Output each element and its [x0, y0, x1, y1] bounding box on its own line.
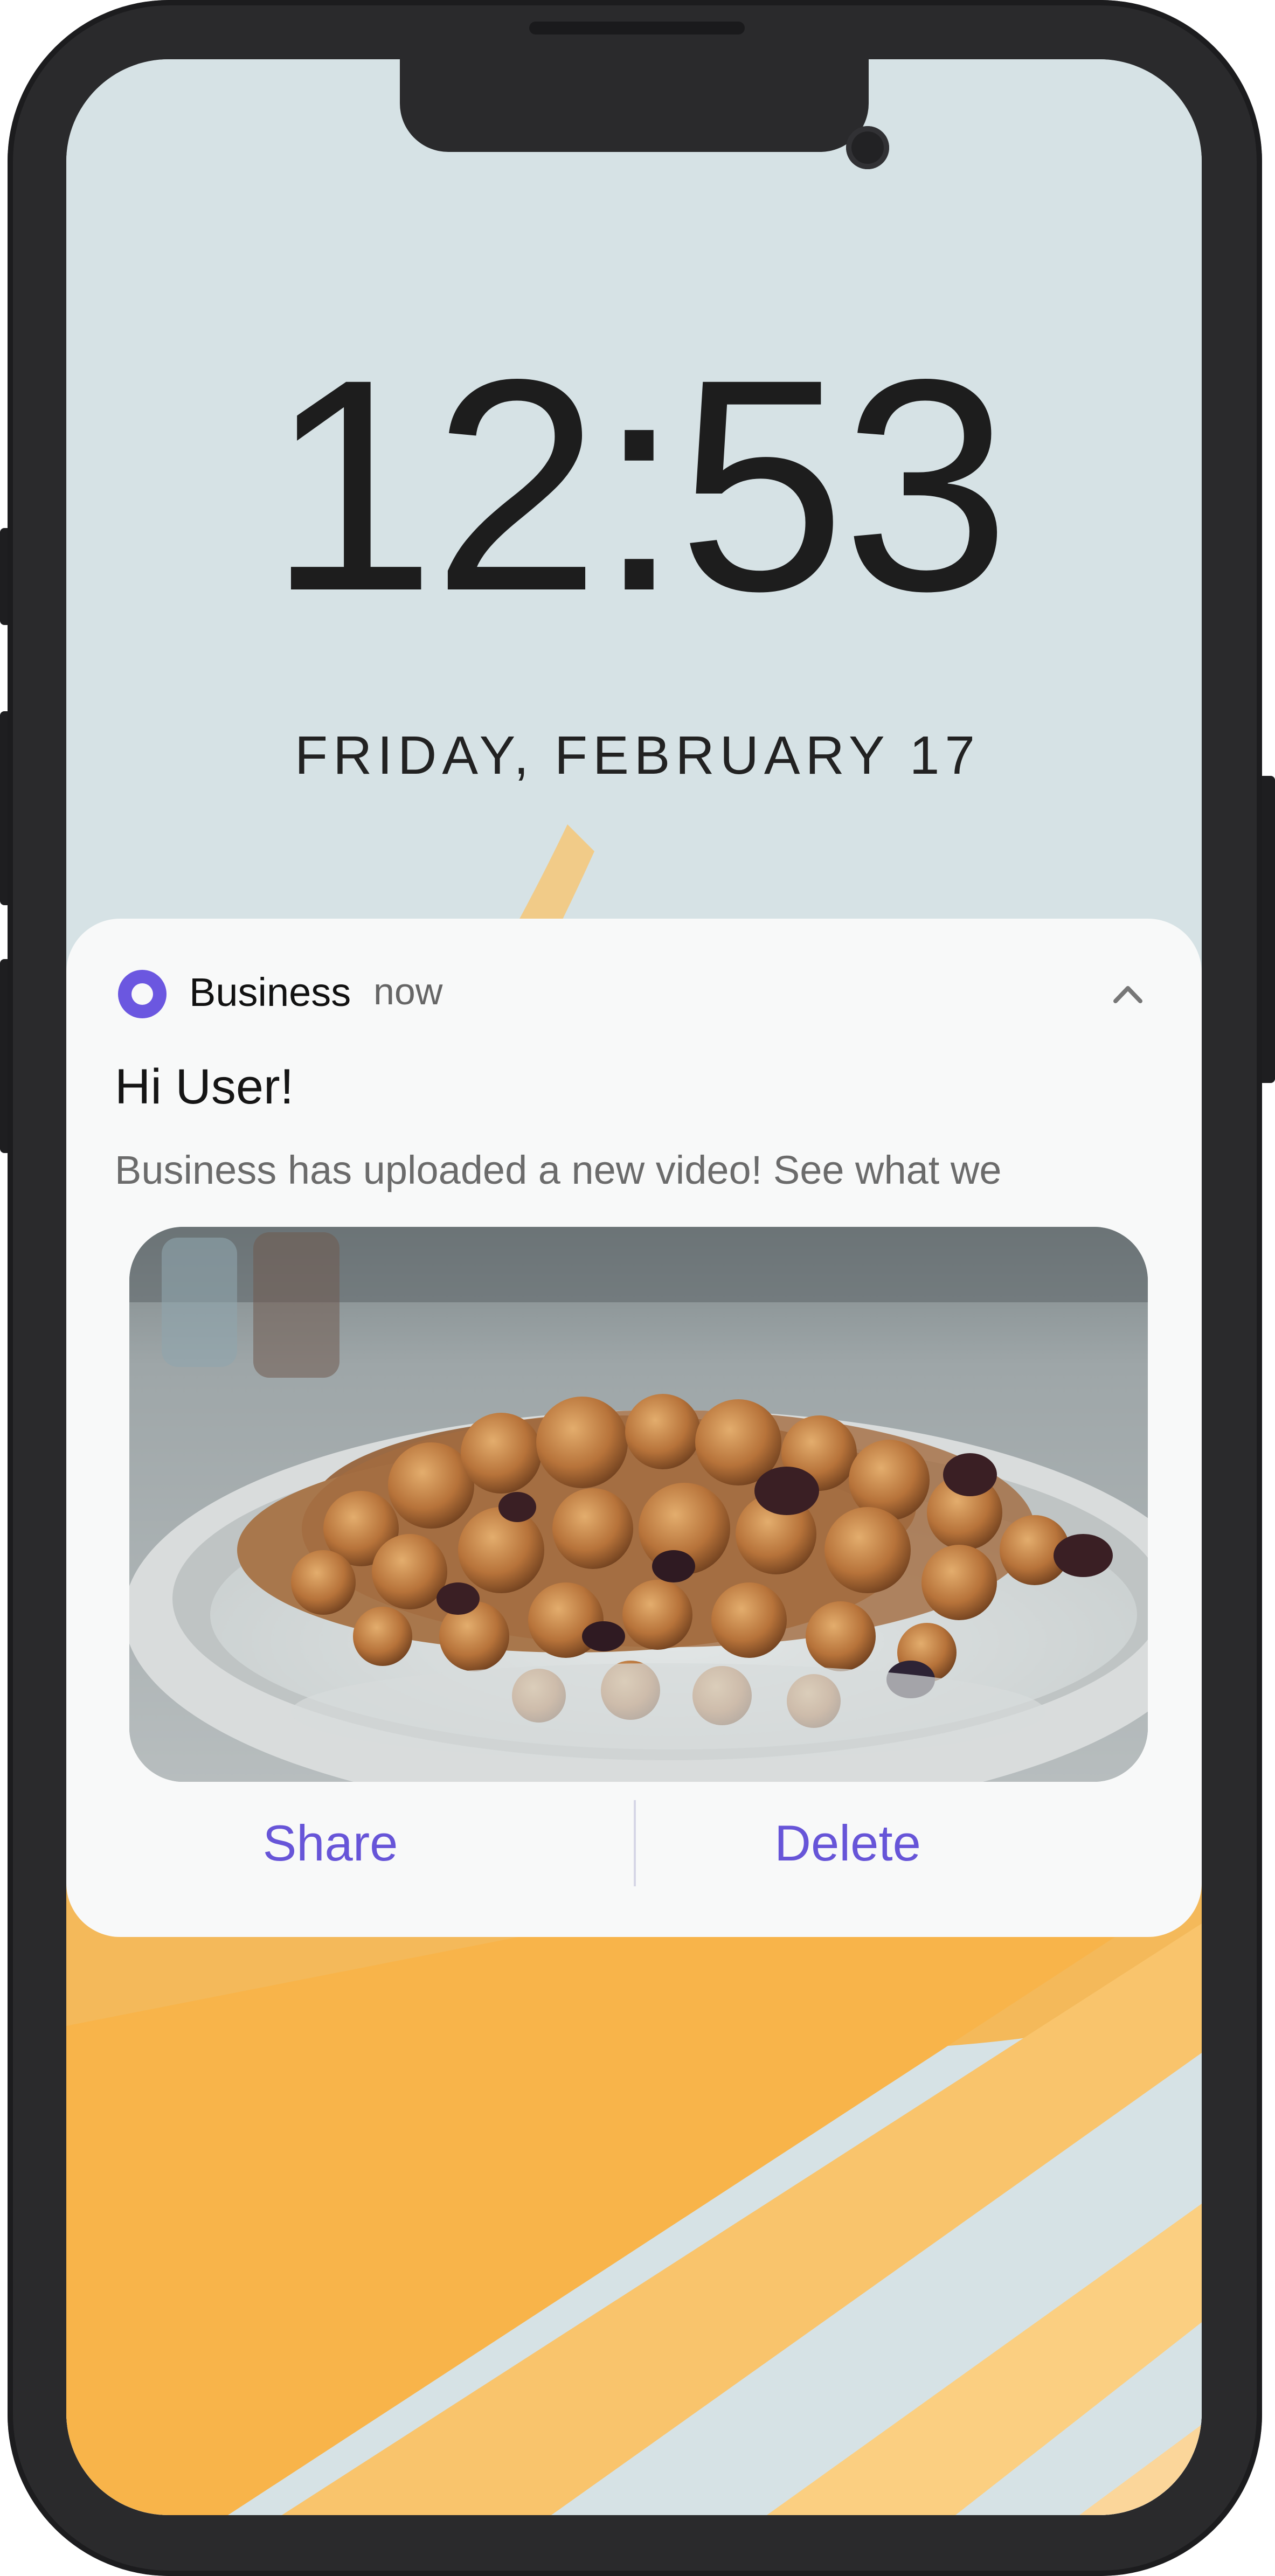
camera-notch — [400, 59, 889, 169]
earpiece-speaker — [529, 22, 745, 34]
notification-media-image[interactable] — [129, 1227, 1148, 1782]
action-divider — [634, 1800, 636, 1886]
chevron-up-icon[interactable] — [1109, 975, 1147, 1013]
notification-timestamp: now — [373, 970, 443, 1012]
lockscreen-clock: 12:53 — [268, 316, 1010, 654]
notification-app-name: Business — [189, 970, 351, 1015]
front-camera-icon — [846, 126, 889, 169]
notification-body: Business has uploaded a new video! See w… — [115, 1148, 1002, 1192]
notification-card[interactable]: Business now Hi User! Business has uploa… — [66, 919, 1202, 1937]
notification-title: Hi User! — [115, 1059, 294, 1114]
delete-button[interactable]: Delete — [659, 1800, 1036, 1886]
share-button[interactable]: Share — [142, 1800, 519, 1886]
phone-mockup: 12:53 FRIDAY, FEBRUARY 17 Business now H… — [0, 0, 1275, 2576]
power-button — [1261, 776, 1275, 1083]
lockscreen-date: FRIDAY, FEBRUARY 17 — [295, 725, 980, 786]
granola-photo — [129, 1227, 1148, 1782]
notification-actions: Share Delete — [66, 1800, 1202, 1886]
circle-app-icon — [118, 970, 167, 1018]
